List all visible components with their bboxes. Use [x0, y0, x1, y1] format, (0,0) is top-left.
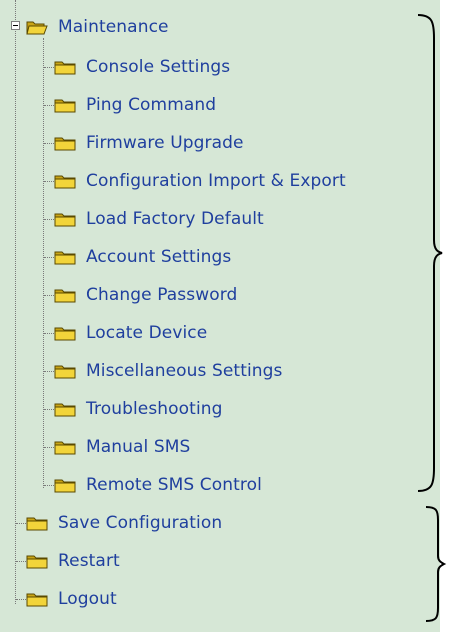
- tree-node-change-password[interactable]: Change Password: [54, 282, 237, 308]
- folder-icon: [54, 99, 76, 113]
- folder-icon: [54, 137, 76, 151]
- tree-node-label: Firmware Upgrade: [86, 133, 244, 153]
- tree-branch-connector: [44, 485, 54, 486]
- tree-node-label: Ping Command: [86, 95, 217, 115]
- folder-icon: [54, 365, 76, 379]
- tree-node-label: Logout: [58, 589, 117, 609]
- tree-branch-connector: [44, 105, 54, 106]
- tree-node-troubleshooting[interactable]: Troubleshooting: [54, 396, 223, 422]
- tree-branch-connector: [44, 257, 54, 258]
- tree-branch-connector: [44, 143, 54, 144]
- tree-node-account-settings[interactable]: Account Settings: [54, 244, 231, 270]
- tree-node-ping-command[interactable]: Ping Command: [54, 92, 216, 118]
- folder-icon: [54, 327, 76, 341]
- folder-icon: [26, 555, 48, 569]
- tree-branch-connector: [44, 67, 54, 68]
- tree-node-manual-sms[interactable]: Manual SMS: [54, 434, 190, 460]
- tree-node-label: Change Password: [86, 285, 238, 305]
- tree-node-label: Miscellaneous Settings: [86, 361, 283, 381]
- tree-branch-connector: [44, 219, 54, 220]
- tree-branch-connector: [44, 333, 54, 334]
- tree-node-label: Maintenance: [58, 17, 169, 37]
- tree-branch-connector: [44, 371, 54, 372]
- tree-node-label: Troubleshooting: [86, 399, 223, 419]
- tree-node-restart[interactable]: Restart: [26, 548, 120, 574]
- tree-node-label: Save Configuration: [58, 513, 223, 533]
- tree-branch-connector: [16, 561, 26, 562]
- tree-branch-connector: [16, 599, 26, 600]
- folder-icon: [26, 593, 48, 607]
- folder-icon: [54, 61, 76, 75]
- folder-icon: [54, 289, 76, 303]
- folder-icon: [54, 251, 76, 265]
- tree-branch-connector: [44, 447, 54, 448]
- tree-branch-connector: [44, 409, 54, 410]
- group-brace-maintenance: [418, 14, 443, 492]
- folder-icon: [54, 441, 76, 455]
- tree-node-remote-sms-control[interactable]: Remote SMS Control: [54, 472, 262, 498]
- tree-branch-connector: [16, 523, 26, 524]
- tree-node-maintenance[interactable]: Maintenance: [26, 14, 169, 40]
- folder-icon: [26, 517, 48, 531]
- tree-node-firmware-upgrade[interactable]: Firmware Upgrade: [54, 130, 244, 156]
- folder-open-icon: [26, 21, 48, 35]
- tree-node-label: Configuration Import & Export: [86, 171, 346, 191]
- tree-node-label: Restart: [58, 551, 120, 571]
- tree-node-label: Console Settings: [86, 57, 231, 77]
- collapse-minus-icon[interactable]: [11, 21, 20, 30]
- folder-icon: [54, 213, 76, 227]
- tree-node-load-factory-default[interactable]: Load Factory Default: [54, 206, 264, 232]
- navigation-tree-panel: Maintenance Console Settings Ping Command…: [0, 0, 447, 632]
- tree-node-locate-device[interactable]: Locate Device: [54, 320, 207, 346]
- tree-branch-connector: [44, 181, 54, 182]
- tree-node-logout[interactable]: Logout: [26, 586, 117, 612]
- folder-icon: [54, 479, 76, 493]
- group-brace-system: [426, 506, 447, 622]
- tree-node-save-configuration[interactable]: Save Configuration: [26, 510, 222, 536]
- folder-icon: [54, 175, 76, 189]
- tree-node-configuration-import-and-export[interactable]: Configuration Import & Export: [54, 168, 346, 194]
- tree-node-label: Account Settings: [86, 247, 232, 267]
- tree-node-console-settings[interactable]: Console Settings: [54, 54, 230, 80]
- tree-node-label: Load Factory Default: [86, 209, 264, 229]
- tree-node-label: Remote SMS Control: [86, 475, 262, 495]
- tree-node-label: Manual SMS: [86, 437, 191, 457]
- tree-node-label: Locate Device: [86, 323, 208, 343]
- tree-branch-connector: [44, 295, 54, 296]
- tree-node-miscellaneous-settings[interactable]: Miscellaneous Settings: [54, 358, 283, 384]
- folder-icon: [54, 403, 76, 417]
- tree-root-connector: [15, 0, 16, 604]
